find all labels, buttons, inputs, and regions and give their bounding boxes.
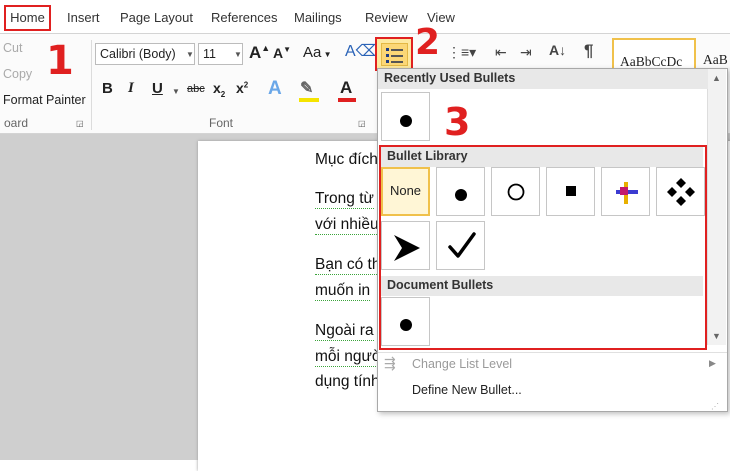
style-no-spacing[interactable]: AaB	[703, 52, 728, 68]
font-name-select[interactable]: Calibri (Body)	[95, 43, 195, 65]
bullet-library-highlight	[379, 145, 707, 350]
tab-mailings[interactable]: Mailings	[294, 10, 342, 25]
copy-button[interactable]: Copy	[3, 67, 32, 81]
format-painter-button[interactable]: Format Painter	[3, 93, 86, 107]
chevron-down-icon[interactable]: ▼	[172, 87, 180, 96]
show-marks-icon[interactable]: ¶	[584, 41, 593, 61]
strikethrough-button[interactable]: abc	[187, 83, 205, 95]
underline-button[interactable]: U	[152, 80, 163, 97]
change-list-level-item[interactable]: Change List Level	[412, 357, 512, 371]
ribbon-tabs: Home Insert Page Layout References Maili…	[0, 0, 730, 34]
list-bullet-icon	[386, 48, 389, 51]
divider	[91, 40, 92, 130]
bullets-button[interactable]	[375, 37, 413, 71]
font-group-label: Font	[209, 116, 234, 130]
bold-button[interactable]: B	[102, 80, 113, 97]
step-1-marker: 1	[46, 38, 74, 84]
tab-page-layout[interactable]: Page Layout	[120, 10, 193, 25]
list-line	[391, 55, 403, 57]
cut-button[interactable]: Cut	[3, 41, 22, 55]
italic-button[interactable]: I	[128, 80, 134, 97]
subscript-button[interactable]: x2	[213, 80, 225, 99]
chevron-down-icon[interactable]: ▼	[186, 50, 194, 59]
scroll-down-icon[interactable]: ▼	[712, 331, 721, 341]
shrink-font-icon[interactable]: A▼	[273, 45, 291, 61]
list-bullet-icon	[386, 54, 389, 57]
step-3-marker: 3	[444, 100, 471, 144]
tab-insert[interactable]: Insert	[67, 10, 100, 25]
doc-line: Mục đích	[315, 151, 378, 168]
doc-line: muốn in	[315, 282, 371, 301]
clipboard-group-label: oard	[4, 116, 29, 130]
recently-used-header: Recently Used Bullets	[378, 69, 708, 89]
multilevel-list-icon[interactable]: ⋮≡▾	[447, 44, 476, 61]
doc-line: Ngoài ra	[315, 322, 374, 341]
dialog-launcher-icon[interactable]: ◲	[76, 119, 84, 128]
define-new-bullet-item[interactable]: Define New Bullet...	[412, 383, 522, 397]
text-effects-icon[interactable]: A	[268, 78, 282, 100]
sort-icon[interactable]: A↓	[549, 42, 566, 58]
doc-line: mỗi ngườ	[315, 348, 383, 367]
tab-review[interactable]: Review	[365, 10, 408, 25]
change-list-level-icon: ⇶	[384, 355, 396, 371]
scroll-up-icon[interactable]: ▲	[712, 73, 721, 83]
highlight-color-swatch	[299, 98, 319, 102]
resize-grip-icon[interactable]: ⋰	[711, 402, 719, 411]
tab-references[interactable]: References	[211, 10, 277, 25]
font-color-icon[interactable]: A	[340, 78, 352, 98]
list-line	[391, 61, 403, 63]
bullets-icon	[381, 43, 408, 66]
superscript-button[interactable]: x2	[236, 80, 248, 96]
grow-font-icon[interactable]: A▲	[249, 43, 270, 63]
clear-formatting-icon[interactable]: A⌫	[345, 41, 378, 61]
step-2-marker: 2	[415, 22, 441, 63]
doc-line: dụng tính	[315, 373, 380, 390]
doc-line: Trong từ	[315, 190, 374, 209]
tab-home[interactable]: Home	[4, 5, 51, 31]
highlight-pen-icon[interactable]: ✎	[300, 78, 313, 98]
filled-circle-icon	[400, 115, 412, 127]
change-case-button[interactable]: Aa ▼	[303, 44, 332, 61]
list-line	[391, 49, 403, 51]
font-color-swatch	[338, 98, 356, 102]
scrollbar[interactable]: ▲ ▼	[707, 69, 726, 345]
increase-indent-icon[interactable]: ⇥	[520, 44, 532, 61]
doc-line: với nhiều	[315, 216, 379, 235]
chevron-down-icon[interactable]: ▼	[234, 50, 242, 59]
dialog-launcher-icon[interactable]: ◲	[358, 119, 366, 128]
divider	[378, 352, 727, 353]
recent-bullet-dot[interactable]	[381, 92, 430, 141]
decrease-indent-icon[interactable]: ⇤	[495, 44, 507, 61]
change-case-label: Aa	[303, 44, 322, 61]
submenu-arrow-icon: ▶	[709, 358, 716, 368]
doc-line: Bạn có th	[315, 256, 381, 275]
list-bullet-icon	[386, 60, 389, 63]
